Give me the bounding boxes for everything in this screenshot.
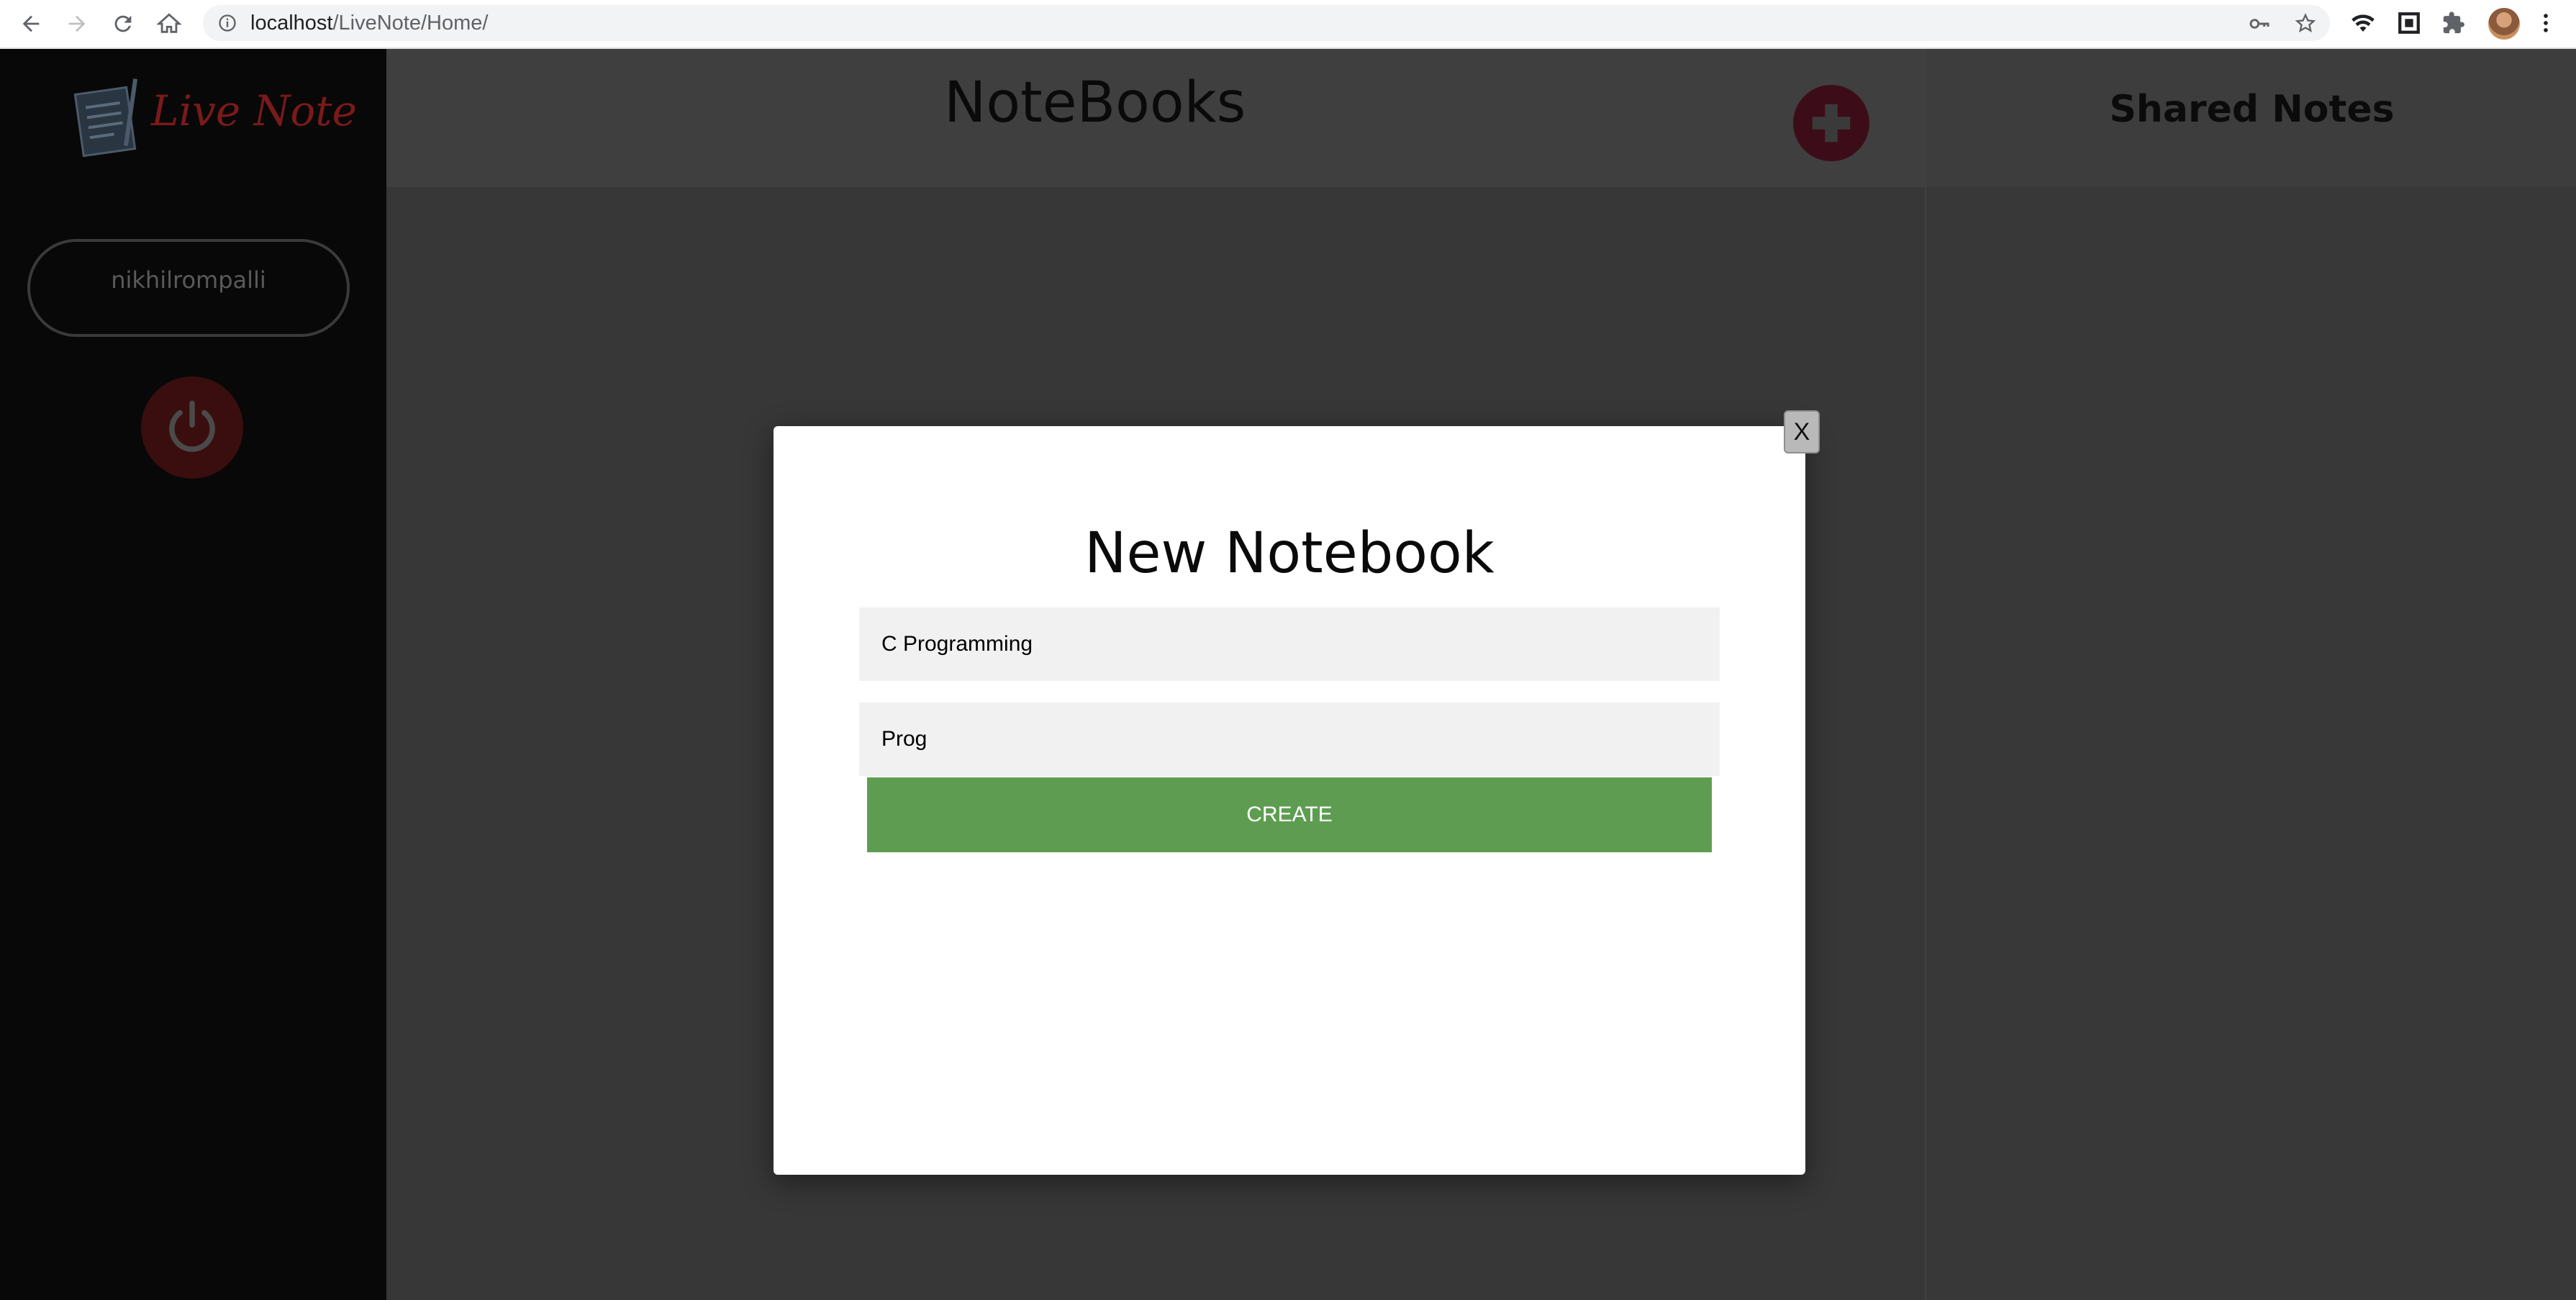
back-arrow-icon[interactable] <box>14 7 47 40</box>
browser-toolbar: localhost/LiveNote/Home/ <box>0 0 2576 49</box>
wifi-icon[interactable] <box>2349 9 2377 37</box>
reload-icon[interactable] <box>106 7 140 40</box>
profile-avatar[interactable] <box>2488 8 2520 40</box>
new-notebook-modal: New Notebook CREATE <box>774 426 1805 1175</box>
shared-notes-header: Shared Notes <box>1926 49 2576 187</box>
key-icon[interactable] <box>2248 12 2271 35</box>
info-icon[interactable] <box>217 13 237 33</box>
sidebar: Live Note nikhilrompalli <box>0 49 386 1300</box>
notebooks-header: NoteBooks <box>386 49 1925 187</box>
address-bar[interactable]: localhost/LiveNote/Home/ <box>203 5 2330 41</box>
url-path: /LiveNote/Home/ <box>332 12 489 35</box>
notebook-name-input[interactable] <box>859 608 1720 681</box>
url-host: localhost <box>250 12 333 35</box>
extension-square-icon[interactable] <box>2395 9 2423 37</box>
more-vert-icon[interactable] <box>2531 9 2560 37</box>
shared-notes-panel: Shared Notes <box>1925 49 2576 1300</box>
plus-circle-icon[interactable] <box>1793 85 1869 161</box>
shared-notes-title: Shared Notes <box>2109 88 2395 131</box>
url-text: localhost/LiveNote/Home/ <box>250 12 488 35</box>
username-label: nikhilrompalli <box>111 266 266 294</box>
logo-text: Live Note <box>151 86 357 135</box>
notebook-description-input[interactable] <box>859 703 1720 776</box>
page-title: NoteBooks <box>944 71 1246 135</box>
close-modal-button[interactable]: X <box>1784 410 1820 453</box>
extension-icon[interactable] <box>2439 9 2468 37</box>
home-icon[interactable] <box>153 7 186 40</box>
star-icon[interactable] <box>2294 12 2317 35</box>
create-button[interactable]: CREATE <box>867 777 1712 852</box>
modal-title: New Notebook <box>1084 521 1495 586</box>
username-pill[interactable]: nikhilrompalli <box>27 239 350 337</box>
forward-arrow-icon[interactable] <box>60 7 94 40</box>
power-icon[interactable] <box>141 376 243 479</box>
